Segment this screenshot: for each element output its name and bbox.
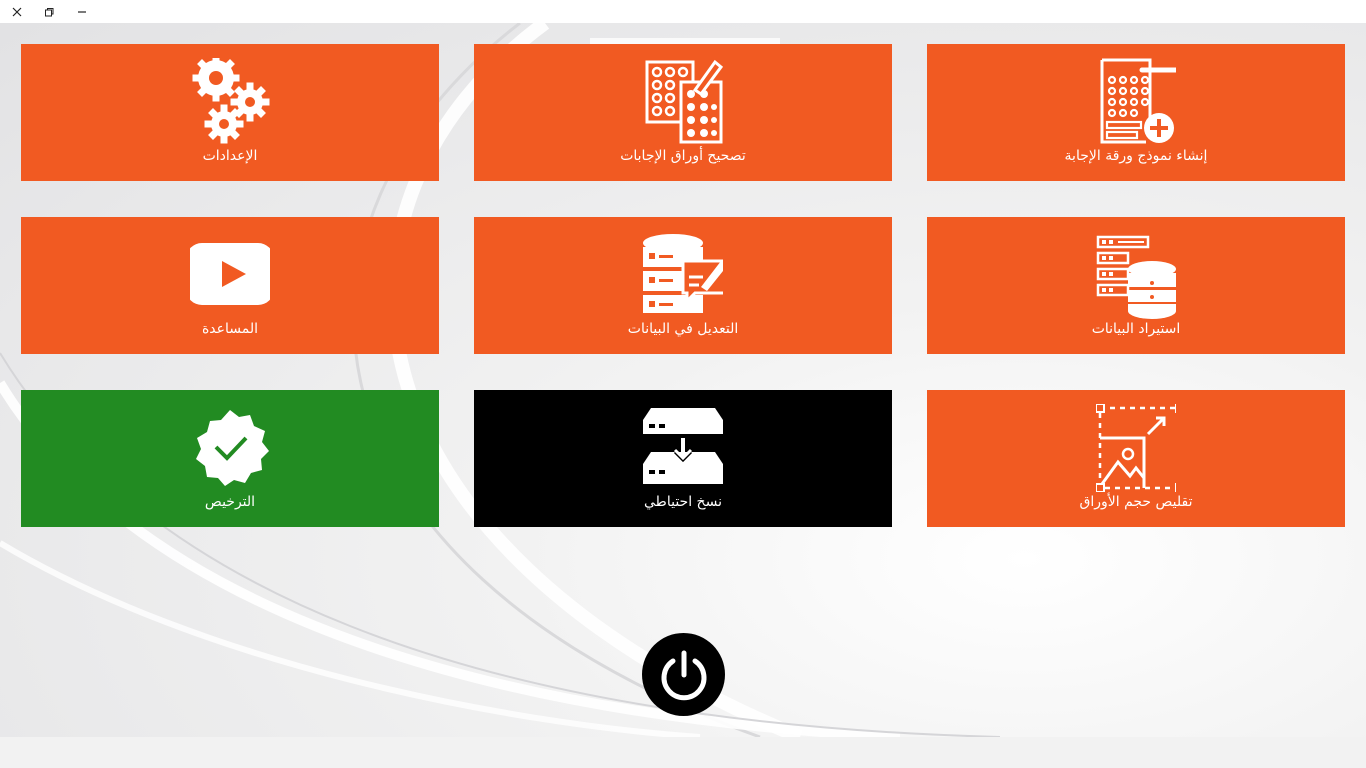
tile-settings[interactable]: الإعدادات bbox=[21, 44, 439, 181]
bottom-bar bbox=[0, 737, 1366, 768]
tile-label: تقليص حجم الأوراق bbox=[1079, 494, 1193, 510]
tile-label: الإعدادات bbox=[202, 148, 258, 164]
image-resize-icon bbox=[1096, 404, 1176, 492]
database-edit-icon bbox=[643, 231, 723, 319]
tile-label: إنشاء نموذج ورقة الإجابة bbox=[1064, 148, 1208, 164]
title-bar bbox=[0, 0, 1366, 23]
restore-button[interactable] bbox=[32, 0, 65, 23]
gears-icon bbox=[190, 58, 270, 146]
minimize-icon bbox=[77, 10, 86, 13]
tile-license[interactable]: الترخيص bbox=[21, 390, 439, 527]
answer-sheet-add-icon bbox=[1096, 58, 1176, 146]
answer-sheets-pencil-icon bbox=[643, 58, 723, 146]
tile-label: نسخ احتياطي bbox=[644, 494, 722, 510]
close-icon bbox=[12, 7, 21, 16]
minimize-button[interactable] bbox=[65, 0, 98, 23]
tile-grade-answer-sheets[interactable]: تصحيح أوراق الإجابات bbox=[474, 44, 892, 181]
close-button[interactable] bbox=[0, 0, 33, 23]
tile-label: التعديل في البيانات bbox=[627, 321, 739, 337]
tile-label: المساعدة bbox=[201, 321, 259, 337]
tile-edit-data[interactable]: التعديل في البيانات bbox=[474, 217, 892, 354]
tile-reduce-sheet-size[interactable]: تقليص حجم الأوراق bbox=[927, 390, 1345, 527]
database-import-icon bbox=[1096, 231, 1176, 319]
video-play-icon bbox=[190, 231, 270, 319]
main-canvas: الإعدادات تصحيح أوراق الإجابات إنشاء نمو… bbox=[0, 23, 1366, 737]
tile-label: استيراد البيانات bbox=[1091, 321, 1181, 337]
tile-import-data[interactable]: استيراد البيانات bbox=[927, 217, 1345, 354]
tile-create-answer-sheet[interactable]: إنشاء نموذج ورقة الإجابة bbox=[927, 44, 1345, 181]
tile-backup[interactable]: نسخ احتياطي bbox=[474, 390, 892, 527]
power-button[interactable] bbox=[642, 633, 725, 716]
restore-icon bbox=[44, 7, 53, 16]
tile-help[interactable]: المساعدة bbox=[21, 217, 439, 354]
power-icon bbox=[661, 650, 706, 700]
server-backup-icon bbox=[643, 404, 723, 492]
tile-label: تصحيح أوراق الإجابات bbox=[620, 148, 746, 164]
verified-badge-icon bbox=[190, 404, 270, 492]
tile-label: الترخيص bbox=[204, 494, 256, 510]
